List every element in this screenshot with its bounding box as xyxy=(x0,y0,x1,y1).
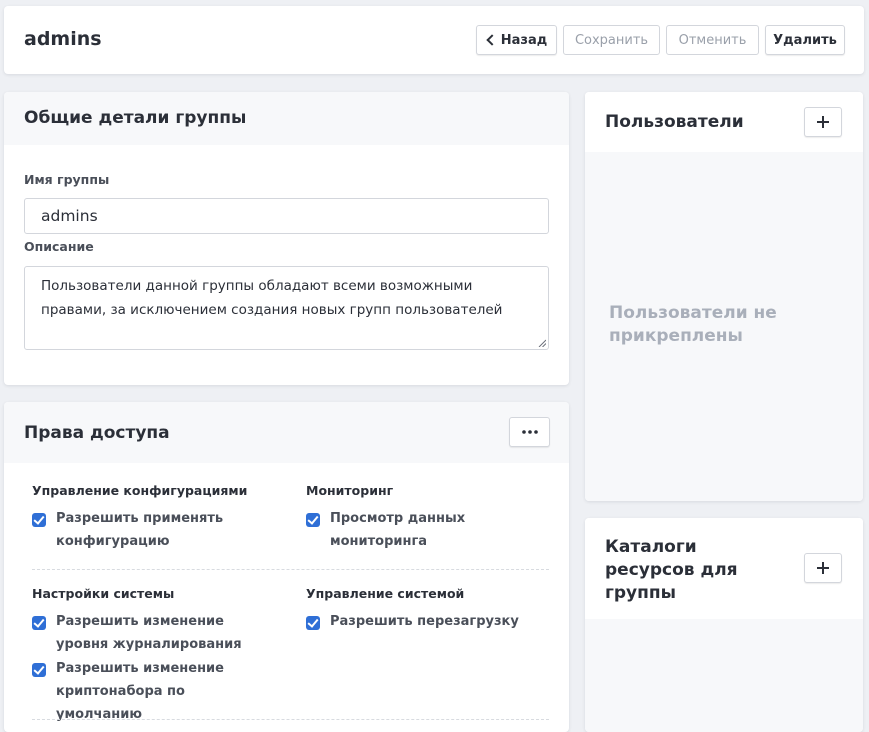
divider xyxy=(32,719,549,720)
perm-item-view-monitoring[interactable]: Просмотр данных мониторинга xyxy=(306,510,556,553)
divider xyxy=(32,569,549,570)
chevron-left-icon xyxy=(486,34,498,46)
add-user-button[interactable] xyxy=(804,107,842,137)
more-options-button[interactable] xyxy=(509,417,550,447)
perm-item-apply-config[interactable]: Разрешить применять конфигурацию xyxy=(32,510,262,553)
more-horizontal-icon xyxy=(521,430,538,434)
checkbox-checked-icon[interactable] xyxy=(32,616,46,630)
delete-button-label: Удалить xyxy=(773,32,837,48)
permissions-header: Права доступа xyxy=(4,402,569,463)
add-catalog-button[interactable] xyxy=(804,553,842,583)
resize-grip-icon[interactable] xyxy=(538,339,546,347)
catalogs-header: Каталоги ресурсов для группы xyxy=(585,518,863,619)
cancel-button-label: Отменить xyxy=(678,32,747,48)
perm-item-label: Разрешить изменение криптонабора по умол… xyxy=(56,661,224,722)
cancel-button[interactable]: Отменить xyxy=(666,25,759,55)
users-card: Пользователи Пользователи не прикреплены xyxy=(585,92,863,501)
catalogs-title: Каталоги ресурсов для группы xyxy=(605,537,738,603)
group-name-label: Имя группы xyxy=(24,172,110,187)
perm-item-label: Просмотр данных мониторинга xyxy=(330,511,466,549)
group-details-card: Общие детали группы Имя группы Описание … xyxy=(4,92,569,385)
users-header: Пользователи xyxy=(585,92,863,152)
perm-item-label: Разрешить изменение уровня журналировани… xyxy=(56,614,242,652)
description-textarea[interactable]: Пользователи данной группы обладают всем… xyxy=(24,266,549,350)
users-empty-message: Пользователи не прикреплены xyxy=(609,303,777,346)
perm-item-label: Разрешить перезагрузку xyxy=(330,614,519,629)
perm-item-label: Разрешить применять конфигурацию xyxy=(56,511,224,549)
catalogs-card: Каталоги ресурсов для группы xyxy=(585,518,863,732)
perm-group-title-system-management: Управление системой xyxy=(306,586,465,601)
permissions-title: Права доступа xyxy=(24,423,170,443)
checkbox-checked-icon[interactable] xyxy=(306,513,320,527)
perm-group-title-config: Управление конфигурациями xyxy=(32,483,248,498)
group-details-header: Общие детали группы xyxy=(4,92,569,145)
group-details-title: Общие детали группы xyxy=(24,108,247,128)
group-name-input[interactable] xyxy=(24,198,549,234)
back-button[interactable]: Назад xyxy=(476,25,557,55)
delete-button[interactable]: Удалить xyxy=(765,25,845,55)
checkbox-checked-icon[interactable] xyxy=(32,513,46,527)
perm-item-allow-reboot[interactable]: Разрешить перезагрузку xyxy=(306,613,556,633)
description-label: Описание xyxy=(24,239,94,254)
permissions-card: Права доступа Управление конфигурациями … xyxy=(4,402,569,732)
catalogs-body xyxy=(585,619,863,732)
perm-group-title-system-settings: Настройки системы xyxy=(32,586,175,601)
description-text: Пользователи данной группы обладают всем… xyxy=(41,278,503,318)
page-header: admins Назад Сохранить Отменить Удалить xyxy=(4,6,864,74)
users-title: Пользователи xyxy=(605,112,744,132)
page-title: admins xyxy=(24,28,102,50)
perm-group-title-monitoring: Мониторинг xyxy=(306,483,394,498)
perm-item-change-log-level[interactable]: Разрешить изменение уровня журналировани… xyxy=(32,613,272,656)
checkbox-checked-icon[interactable] xyxy=(32,663,46,677)
save-button-label: Сохранить xyxy=(574,32,649,48)
checkbox-checked-icon[interactable] xyxy=(306,616,320,630)
save-button[interactable]: Сохранить xyxy=(563,25,660,55)
users-empty-area: Пользователи не прикреплены xyxy=(585,152,863,501)
back-button-label: Назад xyxy=(500,32,548,48)
perm-item-change-crypto[interactable]: Разрешить изменение криптонабора по умол… xyxy=(32,660,272,726)
